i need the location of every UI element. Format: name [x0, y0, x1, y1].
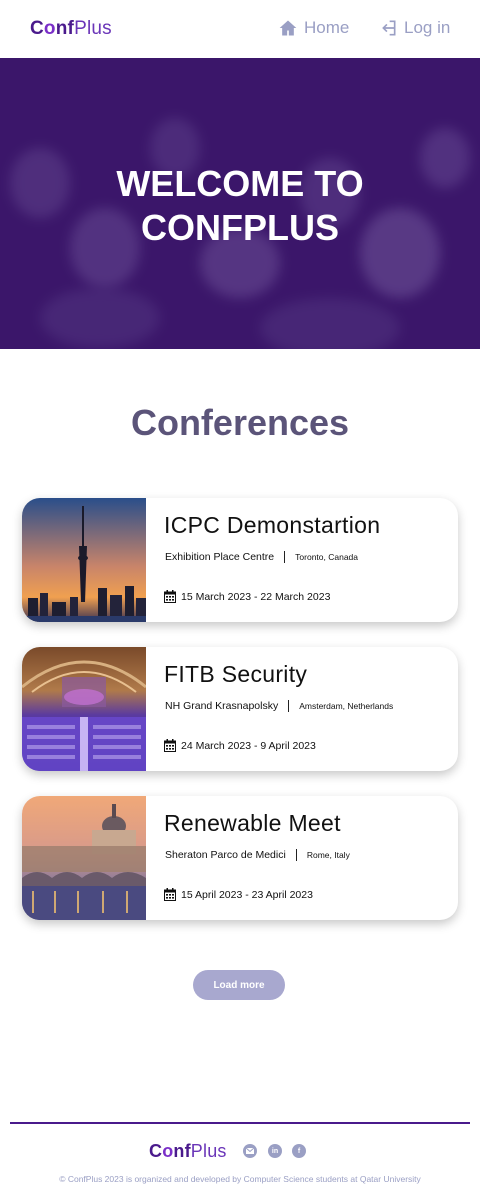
- conference-location: Sheraton Parco de Medici Rome, Italy: [165, 849, 350, 861]
- logo-word-plus: Plus: [74, 18, 112, 39]
- conference-hall-image: [22, 647, 146, 771]
- brand-logo[interactable]: ConfPlus: [30, 18, 112, 40]
- divider: [284, 551, 286, 563]
- logo-letter-c: C: [149, 1141, 163, 1161]
- linkedin-icon[interactable]: in: [268, 1144, 282, 1158]
- nav-login-label: Log in: [404, 18, 451, 37]
- logo-letter-o: o: [43, 18, 56, 39]
- rome-vatican-image: [22, 796, 146, 920]
- conference-venue: Sheraton Parco de Medici: [165, 849, 286, 861]
- top-navbar: ConfPlus Home Log in: [0, 0, 480, 58]
- footer-logo[interactable]: ConfPlus: [149, 1141, 227, 1162]
- calendar-icon: [164, 739, 176, 752]
- footer-divider: [10, 1122, 470, 1124]
- conference-card[interactable]: ICPC Demonstartion Exhibition Place Cent…: [22, 498, 458, 622]
- facebook-icon[interactable]: f: [292, 1144, 306, 1158]
- hero-title-line2: CONFPLUS: [141, 207, 339, 248]
- conference-city: Amsterdam, Netherlands: [299, 701, 394, 711]
- conference-dates: 15 April 2023 - 23 April 2023: [164, 888, 313, 901]
- conference-location: NH Grand Krasnapolsky Amsterdam, Netherl…: [165, 700, 393, 712]
- conference-date-range: 24 March 2023 - 9 April 2023: [181, 739, 316, 752]
- logo-letter-o: o: [162, 1141, 174, 1161]
- conferences-heading: Conferences: [130, 402, 350, 443]
- toronto-skyline-image: [22, 498, 146, 622]
- hero-title-line1: WELCOME TO: [116, 163, 364, 204]
- logo-word-plus: Plus: [190, 1141, 227, 1161]
- hero-title: WELCOME TO CONFPLUS: [0, 162, 480, 250]
- conference-date-range: 15 April 2023 - 23 April 2023: [181, 888, 313, 901]
- nav-home-link[interactable]: Home: [278, 18, 349, 38]
- nav-home-label: Home: [304, 18, 350, 37]
- mail-icon[interactable]: [243, 1144, 257, 1158]
- conference-title[interactable]: Renewable Meet: [164, 810, 341, 837]
- conference-venue: Exhibition Place Centre: [165, 551, 275, 563]
- conference-date-range: 15 March 2023 - 22 March 2023: [181, 590, 331, 603]
- logo-letters-nf: nf: [55, 18, 75, 39]
- conference-card[interactable]: Renewable Meet Sheraton Parco de Medici …: [22, 796, 458, 920]
- conference-venue: NH Grand Krasnapolsky: [165, 700, 279, 712]
- conference-title[interactable]: ICPC Demonstartion: [164, 512, 380, 539]
- conference-card[interactable]: FITB Security NH Grand Krasnapolsky Amst…: [22, 647, 458, 771]
- calendar-icon: [164, 888, 176, 901]
- nav-login-link[interactable]: Log in: [378, 18, 450, 38]
- copyright-text: © ConfPlus 2023 is organized and develop…: [59, 1174, 421, 1184]
- conference-dates: 24 March 2023 - 9 April 2023: [164, 739, 316, 752]
- calendar-icon: [164, 590, 176, 603]
- login-icon: [382, 20, 396, 36]
- conference-title[interactable]: FITB Security: [164, 661, 307, 688]
- divider: [295, 849, 297, 861]
- load-more-button[interactable]: Load more: [193, 970, 285, 1000]
- hero-banner: WELCOME TO CONFPLUS: [0, 58, 480, 349]
- home-icon: [279, 20, 297, 36]
- conference-location: Exhibition Place Centre Toronto, Canada: [165, 551, 358, 563]
- logo-letter-c: C: [30, 18, 44, 39]
- conference-city: Toronto, Canada: [295, 552, 359, 562]
- conference-city: Rome, Italy: [306, 850, 350, 860]
- conference-dates: 15 March 2023 - 22 March 2023: [164, 590, 330, 603]
- logo-letters-nf: nf: [173, 1141, 191, 1161]
- divider: [288, 700, 290, 712]
